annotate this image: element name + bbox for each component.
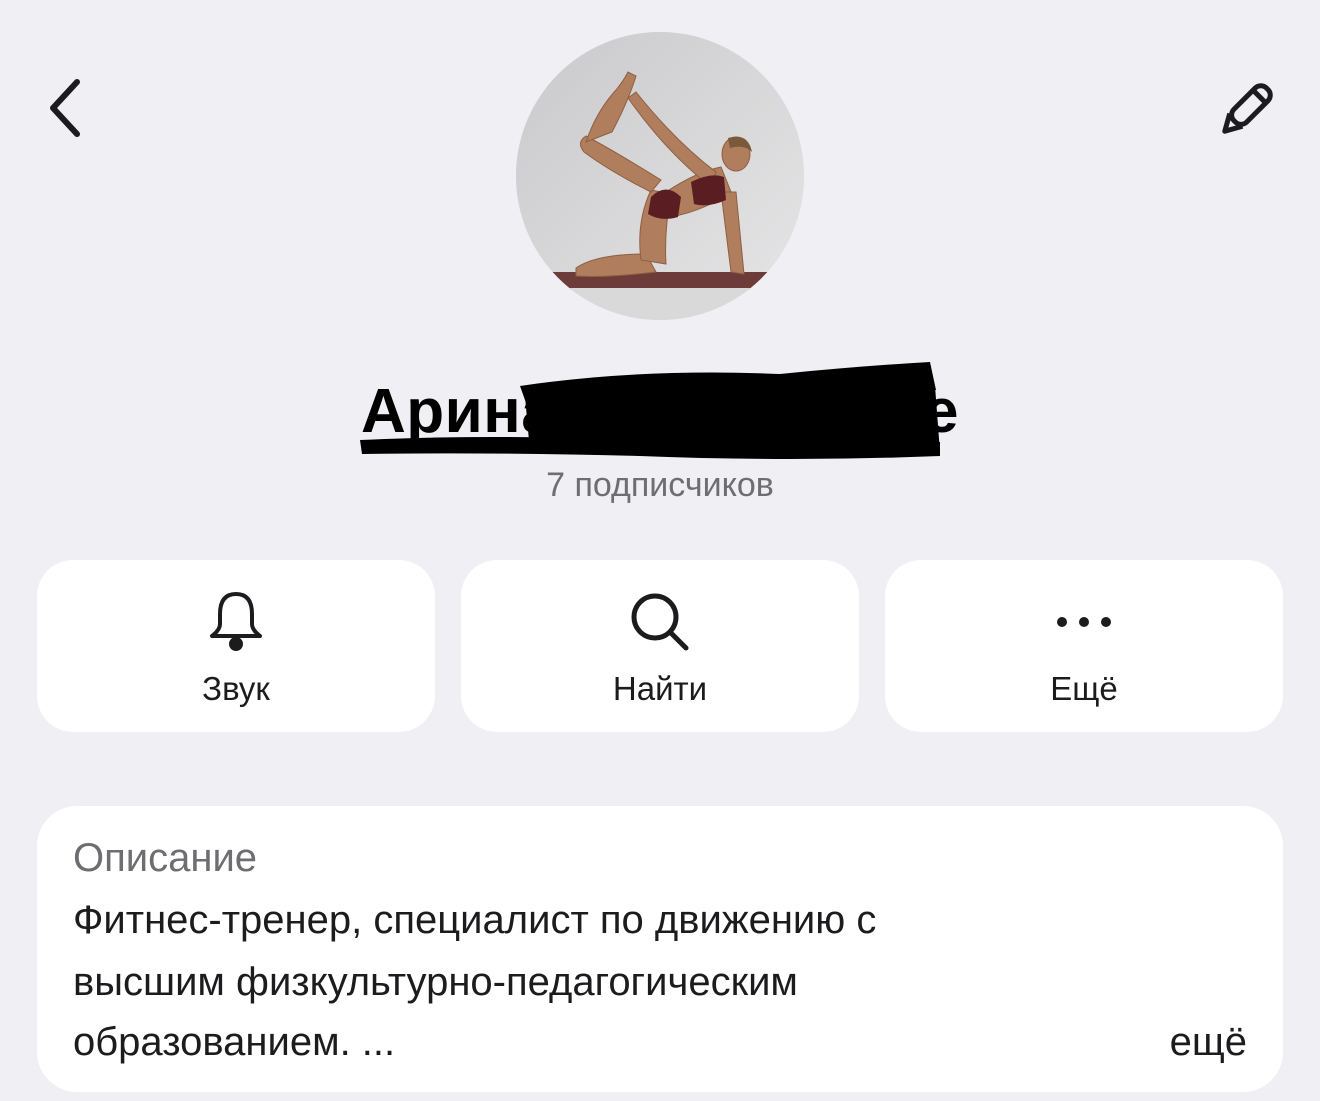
description-more-link[interactable]: ещё (1170, 1020, 1247, 1065)
description-card: Описание Фитнес-тренер, специалист по дв… (37, 806, 1283, 1092)
sound-button[interactable]: Звук (37, 560, 435, 732)
avatar[interactable] (516, 32, 804, 320)
find-button[interactable]: Найти (461, 560, 859, 732)
back-button[interactable] (30, 68, 100, 148)
avatar-photo (516, 32, 804, 320)
chevron-left-icon (50, 79, 80, 137)
description-line: Фитнес-тренер, специалист по движению с (73, 898, 877, 942)
description-title: Описание (73, 836, 258, 880)
edit-button[interactable] (1206, 70, 1286, 150)
channel-profile-screen: Арина Fitness Love 7 подписчиков Звук На… (0, 0, 1320, 1101)
more-dots-icon (1057, 617, 1111, 627)
subscribers-count: 7 подписчиков (546, 466, 774, 504)
find-label: Найти (612, 670, 708, 707)
sound-label: Звук (202, 670, 270, 707)
pencil-icon (1222, 83, 1273, 134)
channel-name-area: Арина Fitness Love (340, 356, 980, 466)
description-line: высшим физкультурно-педагогическим (73, 960, 798, 1004)
bell-icon (210, 592, 262, 651)
search-icon (631, 593, 689, 651)
redaction-scribble (360, 362, 940, 459)
description-line: образованием. ... (73, 1020, 396, 1064)
more-button[interactable]: Ещё (885, 560, 1283, 732)
more-label: Ещё (1050, 670, 1118, 707)
